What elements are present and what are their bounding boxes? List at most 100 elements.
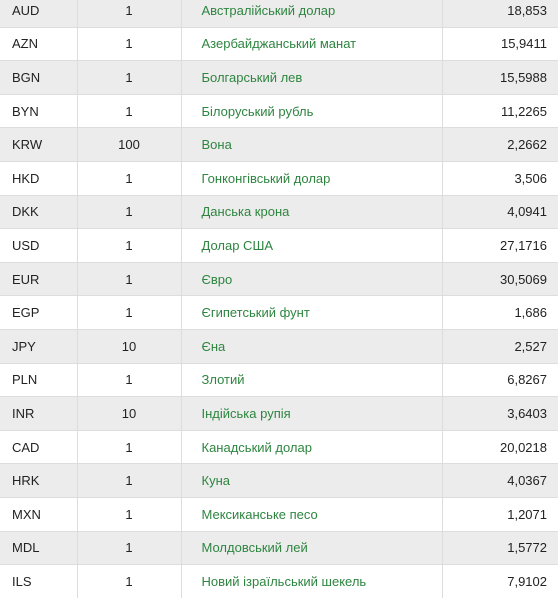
- currency-name-link[interactable]: Австралійський долар: [202, 3, 336, 18]
- exchange-rate: 2,2662: [441, 127, 558, 162]
- units: 10: [76, 396, 181, 431]
- currency-code: ILS: [0, 564, 77, 599]
- units: 1: [76, 60, 181, 95]
- currency-code: HKD: [0, 160, 77, 196]
- currency-name-cell: Куна: [180, 463, 442, 498]
- currency-name-link[interactable]: Канадський долар: [202, 440, 312, 455]
- currency-code: CAD: [0, 429, 77, 464]
- currency-name-cell: Молдовський лей: [180, 530, 442, 565]
- currency-table: AUD 1 Австралійський долар 18,853 AZN 1 А…: [0, 0, 558, 599]
- units: 100: [76, 127, 181, 162]
- currency-name-link[interactable]: Молдовський лей: [202, 540, 308, 555]
- currency-name-link[interactable]: Долар США: [202, 238, 274, 253]
- currency-name-cell: Канадський долар: [180, 429, 442, 464]
- table-row: PLN 1 Злотий 6,8267: [0, 362, 558, 397]
- currency-name-cell: Єгипетський фунт: [180, 295, 442, 330]
- table-row: AUD 1 Австралійський долар 18,853: [0, 0, 558, 28]
- currency-name-link[interactable]: Мексиканське песо: [202, 507, 318, 522]
- exchange-rate: 6,8267: [441, 362, 558, 397]
- currency-name-link[interactable]: Єна: [202, 339, 226, 354]
- currency-name-cell: Гонконгівський долар: [180, 160, 442, 196]
- currency-name-link[interactable]: Білоруський рубль: [202, 104, 314, 119]
- exchange-rate: 11,2265: [441, 93, 558, 128]
- units: 1: [76, 463, 181, 498]
- table-row: ILS 1 Новий ізраїльський шекель 7,9102: [0, 564, 558, 599]
- currency-code: JPY: [0, 328, 77, 364]
- currency-name-cell: Болгарський лев: [180, 60, 442, 95]
- currency-name-link[interactable]: Єгипетський фунт: [202, 305, 310, 320]
- units: 1: [76, 194, 181, 229]
- units: 1: [76, 564, 181, 599]
- currency-code: MXN: [0, 496, 77, 531]
- units: 1: [76, 362, 181, 397]
- table-row: BGN 1 Болгарський лев 15,5988: [0, 60, 558, 95]
- table-row: INR 10 Індійська рупія 3,6403: [0, 396, 558, 431]
- currency-name-cell: Азербайджанський манат: [180, 26, 442, 61]
- units: 1: [76, 0, 181, 28]
- currency-name-link[interactable]: Азербайджанський манат: [202, 36, 357, 51]
- exchange-rate: 3,506: [441, 160, 558, 196]
- currency-code: AUD: [0, 0, 77, 28]
- currency-name-link[interactable]: Індійська рупія: [202, 406, 291, 421]
- table-row: HRK 1 Куна 4,0367: [0, 463, 558, 498]
- currency-name-cell: Данська крона: [180, 194, 442, 229]
- units: 1: [76, 93, 181, 128]
- exchange-rate: 3,6403: [441, 396, 558, 431]
- currency-code: USD: [0, 228, 77, 263]
- currency-code: EUR: [0, 261, 77, 296]
- currency-name-link[interactable]: Вона: [202, 137, 232, 152]
- units: 10: [76, 328, 181, 364]
- currency-name-link[interactable]: Злотий: [202, 372, 245, 387]
- table-row: DKK 1 Данська крона 4,0941: [0, 194, 558, 229]
- exchange-rate: 7,9102: [441, 564, 558, 599]
- currency-name-cell: Вона: [180, 127, 442, 162]
- units: 1: [76, 160, 181, 196]
- exchange-rate: 1,686: [441, 295, 558, 330]
- currency-name-cell: Новий ізраїльський шекель: [180, 564, 442, 599]
- currency-code: AZN: [0, 26, 77, 61]
- exchange-rate: 4,0367: [441, 463, 558, 498]
- units: 1: [76, 261, 181, 296]
- exchange-rate: 1,2071: [441, 496, 558, 531]
- exchange-rate: 18,853: [441, 0, 558, 28]
- currency-code: EGP: [0, 295, 77, 330]
- units: 1: [76, 496, 181, 531]
- currency-code: KRW: [0, 127, 77, 162]
- currency-name-link[interactable]: Болгарський лев: [202, 70, 303, 85]
- units: 1: [76, 295, 181, 330]
- exchange-rate: 20,0218: [441, 429, 558, 464]
- currency-code: PLN: [0, 362, 77, 397]
- table-row: MXN 1 Мексиканське песо 1,2071: [0, 496, 558, 531]
- exchange-rate: 30,5069: [441, 261, 558, 296]
- currency-code: BGN: [0, 60, 77, 95]
- currency-name-link[interactable]: Євро: [202, 272, 233, 287]
- currency-name-cell: Білоруський рубль: [180, 93, 442, 128]
- exchange-rate: 4,0941: [441, 194, 558, 229]
- exchange-rate: 27,1716: [441, 228, 558, 263]
- currency-name-link[interactable]: Данська крона: [202, 204, 290, 219]
- currency-name-cell: Австралійський долар: [180, 0, 442, 28]
- table-row: MDL 1 Молдовський лей 1,5772: [0, 530, 558, 565]
- currency-name-link[interactable]: Куна: [202, 473, 230, 488]
- table-row: JPY 10 Єна 2,527: [0, 328, 558, 364]
- currency-name-link[interactable]: Новий ізраїльський шекель: [202, 574, 367, 589]
- table-row: KRW 100 Вона 2,2662: [0, 127, 558, 162]
- table-row: EGP 1 Єгипетський фунт 1,686: [0, 295, 558, 330]
- currency-code: INR: [0, 396, 77, 431]
- table-row: BYN 1 Білоруський рубль 11,2265: [0, 93, 558, 128]
- currency-code: BYN: [0, 93, 77, 128]
- exchange-rate: 1,5772: [441, 530, 558, 565]
- currency-code: DKK: [0, 194, 77, 229]
- currency-name-cell: Долар США: [180, 228, 442, 263]
- exchange-rate: 15,9411: [441, 26, 558, 61]
- table-row: HKD 1 Гонконгівський долар 3,506: [0, 160, 558, 196]
- currency-name-cell: Індійська рупія: [180, 396, 442, 431]
- currency-name-cell: Єна: [180, 328, 442, 364]
- currency-name-link[interactable]: Гонконгівський долар: [202, 171, 331, 186]
- units: 1: [76, 530, 181, 565]
- table-row: CAD 1 Канадський долар 20,0218: [0, 429, 558, 464]
- currency-name-cell: Злотий: [180, 362, 442, 397]
- currency-name-cell: Євро: [180, 261, 442, 296]
- currency-name-cell: Мексиканське песо: [180, 496, 442, 531]
- exchange-rate: 15,5988: [441, 60, 558, 95]
